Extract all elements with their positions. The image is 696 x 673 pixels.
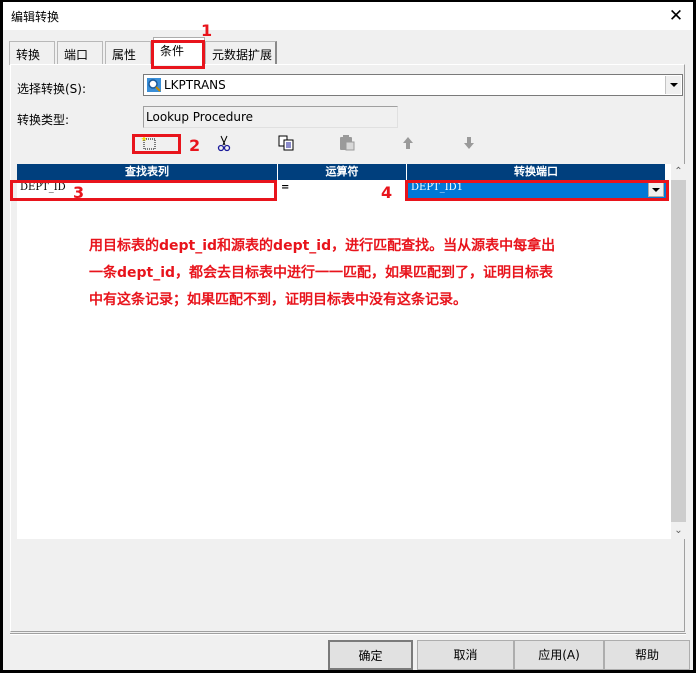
transform-type-field: Lookup Procedure [143,106,398,128]
column-header-lookup-column[interactable]: 查找表列 [17,164,278,180]
scroll-track[interactable] [671,180,686,522]
grid-vertical-scrollbar[interactable]: ⌃ ⌄ [671,164,686,539]
scroll-up-icon[interactable]: ⌃ [671,164,686,180]
lookup-icon [147,78,161,92]
annotation-box-4 [405,180,669,201]
copy-icon [278,135,294,151]
scroll-down-icon[interactable]: ⌄ [671,523,686,539]
tab-label: 端口 [64,48,89,62]
annotation-box-1 [151,40,205,69]
title-bar: 编辑转换 ✕ [3,2,693,30]
tab-transformation[interactable]: 转换 [9,41,55,65]
footer-divider [10,633,686,635]
move-down-button[interactable] [459,134,479,152]
select-transform-combo[interactable]: LKPTRANS [143,74,683,96]
annotation-marker-3: 3 [73,183,85,202]
annotation-box-2 [132,134,181,154]
tab-ports[interactable]: 端口 [57,41,103,65]
tab-label: 元数据扩展 [212,48,273,62]
scissors-icon [217,135,231,152]
annotation-note: 用目标表的dept_id和源表的dept_id，进行匹配查找。当从源表中每拿出一… [89,238,556,308]
move-up-button[interactable] [398,134,418,152]
annotation-marker-1: 1 [201,21,213,40]
cut-button[interactable] [214,134,234,152]
column-header-port[interactable]: 转换端口 [407,164,666,180]
annotation-marker-4: 4 [381,183,393,202]
paste-icon [340,135,355,151]
tab-metadata-extensions[interactable]: 元数据扩展 [205,41,277,65]
apply-button[interactable]: 应用(A) [514,640,604,670]
transform-type-value: Lookup Procedure [146,110,254,124]
conditions-grid: 查找表列 运算符 转换端口 DEPT_ID = DEPT_ID1 [17,164,671,539]
chevron-down-icon[interactable] [665,76,681,94]
help-button[interactable]: 帮助 [604,640,690,670]
arrow-down-icon [464,137,474,149]
close-icon[interactable]: ✕ [665,5,687,27]
arrow-up-icon [403,137,413,149]
select-transform-value: LKPTRANS [164,78,226,92]
transform-type-label: 转换类型: [17,113,70,127]
tab-label: 转换 [16,48,41,62]
select-transform-label: 选择转换(S): [17,82,87,96]
paste-button[interactable] [337,134,357,152]
annotation-marker-2: 2 [189,136,201,155]
tab-label: 属性 [112,48,137,62]
copy-button[interactable] [276,134,296,152]
ok-button[interactable]: 确定 [328,640,413,670]
tab-properties[interactable]: 属性 [105,41,151,65]
annotation-box-3 [10,180,277,201]
window-title: 编辑转换 [11,10,60,24]
cancel-button[interactable]: 取消 [417,640,514,670]
column-header-operator[interactable]: 运算符 [278,164,407,180]
